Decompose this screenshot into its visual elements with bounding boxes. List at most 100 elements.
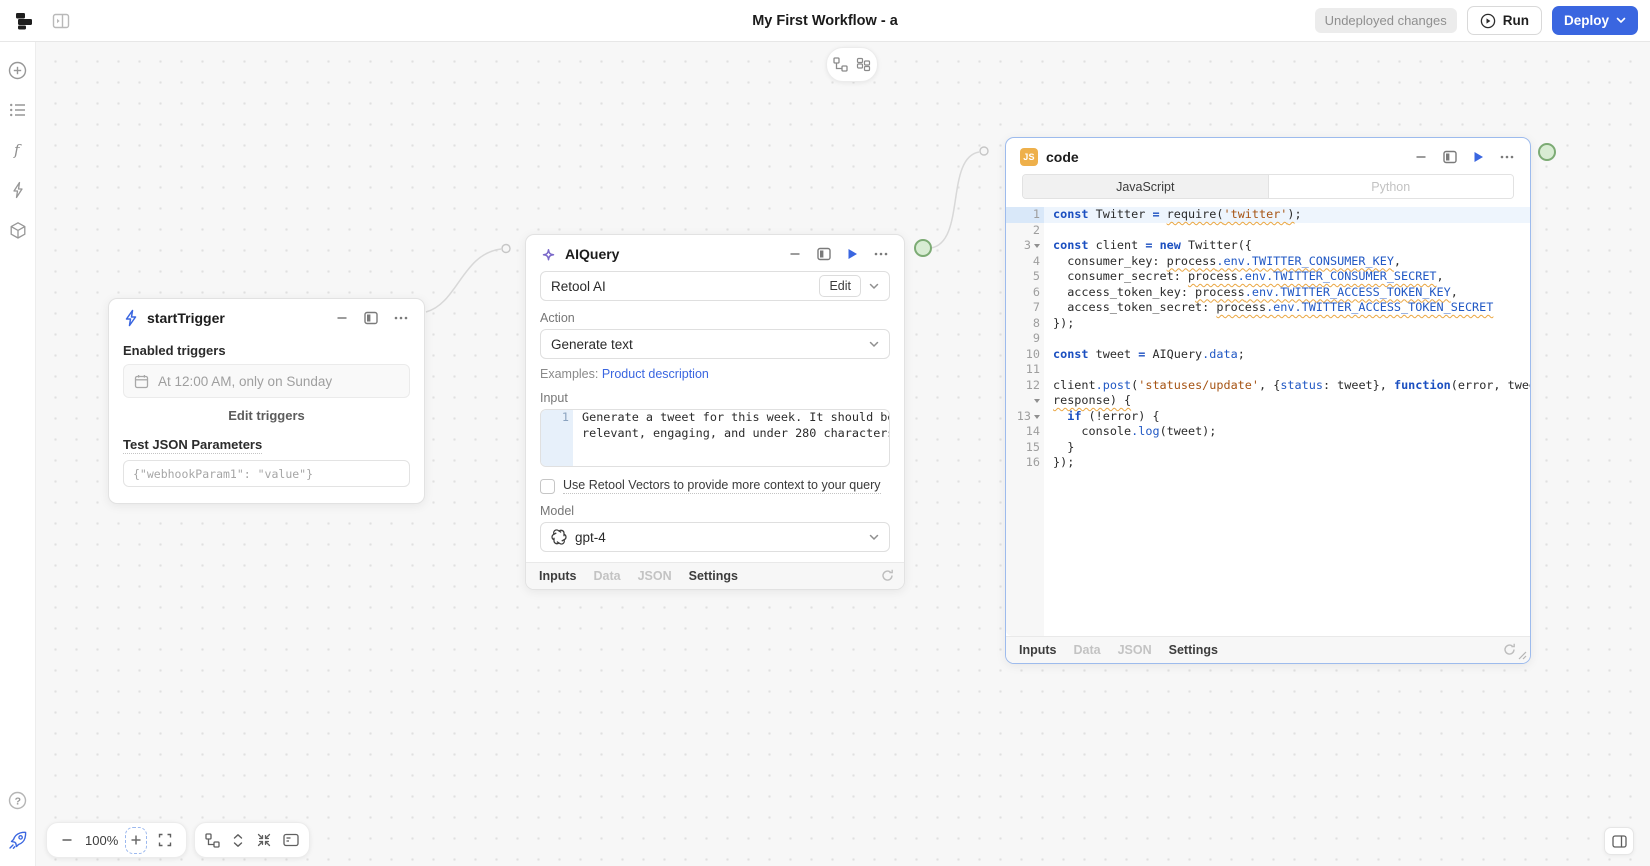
zoom-toolbar: 100% [46, 822, 187, 858]
functions-button[interactable]: f [0, 130, 36, 170]
blocks-grid-icon [856, 57, 871, 72]
code-editor[interactable]: 1const Twitter = require('twitter');2 3c… [1006, 207, 1530, 636]
collapse-all-button[interactable] [253, 823, 275, 857]
run-block-button[interactable] [843, 246, 862, 262]
chevron-down-icon [869, 534, 879, 541]
run-block-button[interactable] [1469, 149, 1488, 165]
enabled-triggers-label: Enabled triggers [123, 343, 410, 358]
footer-tab-settings[interactable]: Settings [689, 569, 738, 583]
ellipsis-icon [394, 316, 408, 320]
play-icon [1473, 151, 1484, 163]
node-menu-button[interactable] [870, 250, 892, 258]
zoom-in-button[interactable] [125, 827, 147, 854]
collapse-node-button[interactable] [1411, 149, 1431, 165]
top-bar: My First Workflow - a Undeployed changes… [0, 0, 1650, 42]
add-block-button[interactable] [0, 50, 36, 90]
console-panel-button[interactable] [279, 823, 303, 857]
svg-text:?: ? [15, 795, 21, 807]
schedule-text: At 12:00 AM, only on Sunday [158, 374, 332, 389]
node-header: startTrigger [109, 299, 424, 333]
test-json-parameters-label: Test JSON Parameters [123, 437, 262, 454]
open-panel-button[interactable] [1439, 148, 1461, 166]
model-select[interactable]: gpt-4 [540, 522, 890, 552]
panel-toggle-icon [52, 12, 70, 30]
node-code[interactable]: JS code JavaScriptPython 1const [1005, 137, 1531, 664]
footer-tab-inputs[interactable]: Inputs [1019, 643, 1057, 657]
run-label: Run [1503, 13, 1529, 28]
node-starttrigger[interactable]: startTrigger Enabled triggers [108, 298, 425, 504]
deploy-button[interactable]: Deploy [1552, 6, 1638, 35]
node-menu-button[interactable] [390, 314, 412, 322]
prompt-editor[interactable]: 1Generate a tweet for this week. It shou… [540, 409, 890, 467]
panel-icon [364, 311, 378, 325]
chevron-down-icon [869, 283, 879, 290]
deploy-label: Deploy [1564, 13, 1609, 28]
triggers-button[interactable] [0, 170, 36, 210]
use-vectors-checkbox[interactable] [540, 479, 555, 494]
node-title: code [1046, 149, 1403, 165]
function-icon: f [9, 141, 27, 159]
collapse-icon [257, 833, 271, 847]
fullscreen-icon [158, 833, 172, 847]
zoom-out-button[interactable] [53, 823, 81, 857]
tab-python[interactable]: Python [1268, 175, 1514, 198]
undeployed-changes-badge: Undeployed changes [1315, 8, 1457, 33]
toggle-left-panel-button[interactable] [50, 10, 72, 32]
refresh-icon[interactable] [881, 569, 894, 582]
open-panel-button[interactable] [813, 245, 835, 263]
node-footer-tabs: InputsDataJSONSettings [1006, 636, 1530, 663]
node-footer-tabs: InputsDataJSONSettings [526, 562, 904, 589]
node-header: JS code [1006, 138, 1530, 172]
node-aiquery[interactable]: AIQuery Retool AI Edit [525, 234, 905, 590]
input-label: Input [540, 391, 890, 405]
lightning-icon [10, 181, 26, 199]
footer-tab-settings[interactable]: Settings [1169, 643, 1218, 657]
rocket-icon [7, 830, 28, 851]
action-select[interactable]: Generate text [540, 329, 890, 359]
refresh-icon[interactable] [1503, 643, 1516, 656]
expand-vertical-icon [232, 833, 244, 848]
tab-javascript[interactable]: JavaScript [1023, 175, 1268, 198]
retool-workflows-logo[interactable] [10, 8, 36, 34]
model-label: Model [540, 504, 890, 518]
ai-sparkle-icon [540, 246, 557, 263]
blocks-list-button[interactable] [0, 90, 36, 130]
footer-tab-json: JSON [638, 569, 672, 583]
layout-tree-icon [833, 57, 848, 72]
javascript-badge-icon: JS [1020, 148, 1038, 166]
model-value: gpt-4 [575, 530, 861, 545]
run-button[interactable]: Run [1467, 6, 1542, 35]
schedule-trigger-field[interactable]: At 12:00 AM, only on Sunday [123, 364, 410, 398]
auto-layout-button[interactable] [830, 48, 851, 81]
onboarding-button[interactable] [0, 820, 36, 860]
edit-resource-button[interactable]: Edit [819, 275, 861, 297]
open-panel-button[interactable] [360, 309, 382, 327]
test-json-input[interactable]: {"webhookParam1": "value"} [123, 460, 410, 487]
resize-handle[interactable] [1517, 650, 1527, 660]
product-description-link[interactable]: Product description [602, 367, 709, 381]
help-button[interactable]: ? [0, 780, 36, 820]
fit-view-button[interactable] [150, 823, 180, 857]
minus-icon [1415, 151, 1427, 163]
toggle-right-panel-button[interactable] [1604, 827, 1634, 855]
grid-view-button[interactable] [853, 48, 874, 81]
edit-triggers-button[interactable]: Edit triggers [123, 408, 410, 423]
node-menu-button[interactable] [1496, 153, 1518, 161]
chevron-down-icon [869, 341, 879, 348]
footer-tab-inputs[interactable]: Inputs [539, 569, 577, 583]
auto-layout-button[interactable] [201, 823, 224, 857]
plus-icon [130, 834, 142, 846]
resource-select[interactable]: Retool AI Edit [540, 271, 890, 301]
minus-icon [61, 834, 73, 846]
resources-button[interactable] [0, 210, 36, 250]
openai-icon [551, 529, 567, 545]
expand-all-button[interactable] [228, 823, 248, 857]
trigger-lightning-icon [123, 309, 139, 327]
ellipsis-icon [874, 252, 888, 256]
collapse-node-button[interactable] [332, 310, 352, 326]
cube-icon [9, 221, 27, 240]
svg-text:f: f [13, 141, 22, 159]
collapse-node-button[interactable] [785, 246, 805, 262]
footer-tab-json: JSON [1118, 643, 1152, 657]
zoom-level: 100% [81, 833, 122, 848]
